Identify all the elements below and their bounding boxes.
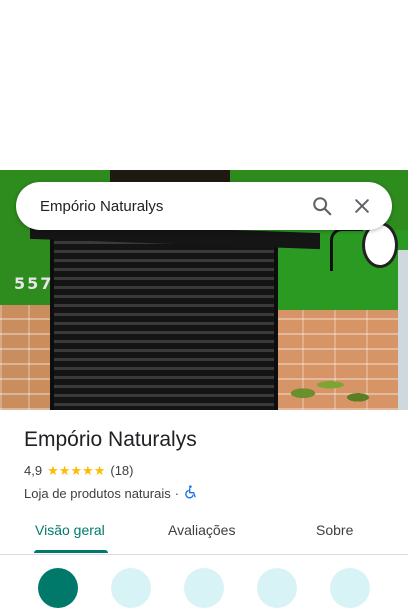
search-input[interactable]: Empório Naturalys (40, 198, 302, 215)
tab-about[interactable]: Sobre (316, 522, 353, 538)
rating-row[interactable]: 4,9 ★ ★ ★ ★ ★ (18) (24, 462, 133, 478)
wheelchair-icon[interactable] (183, 484, 199, 503)
nearby-button[interactable] (184, 568, 224, 608)
place-category: Loja de produtos naturais (24, 486, 171, 501)
photo-plant (270, 368, 380, 410)
rating-value: 4,9 (24, 462, 43, 478)
send-to-phone-button[interactable] (257, 568, 297, 608)
rating-stars: ★ ★ ★ ★ ★ (47, 464, 105, 477)
map-blank-area (0, 0, 408, 170)
photo-sign-bracket (330, 228, 363, 271)
share-button[interactable] (330, 568, 370, 608)
close-icon[interactable] (342, 186, 382, 226)
photo-pole (398, 250, 408, 410)
search-icon[interactable] (302, 186, 342, 226)
search-bar[interactable]: Empório Naturalys (16, 182, 392, 230)
category-row: Loja de produtos naturais · (24, 484, 199, 503)
directions-button[interactable] (38, 568, 78, 608)
photo-house-number: 557 (14, 274, 54, 293)
star-icon: ★ (58, 462, 71, 478)
save-button[interactable] (111, 568, 151, 608)
photo-brick-left (0, 305, 55, 410)
review-count[interactable]: (18) (110, 463, 133, 478)
star-icon: ★ (47, 462, 59, 478)
star-icon: ★ (70, 462, 83, 478)
active-tab-indicator (34, 550, 108, 553)
star-icon: ★ (93, 462, 106, 478)
place-tabs: Visão geral Avaliações Sobre (0, 512, 408, 555)
category-separator: · (174, 486, 180, 501)
place-title: Empório Naturalys (24, 428, 197, 451)
tab-overview[interactable]: Visão geral (35, 522, 105, 538)
tab-reviews[interactable]: Avaliações (168, 522, 235, 538)
star-icon: ★ (82, 462, 94, 478)
photo-shutter (50, 232, 278, 410)
